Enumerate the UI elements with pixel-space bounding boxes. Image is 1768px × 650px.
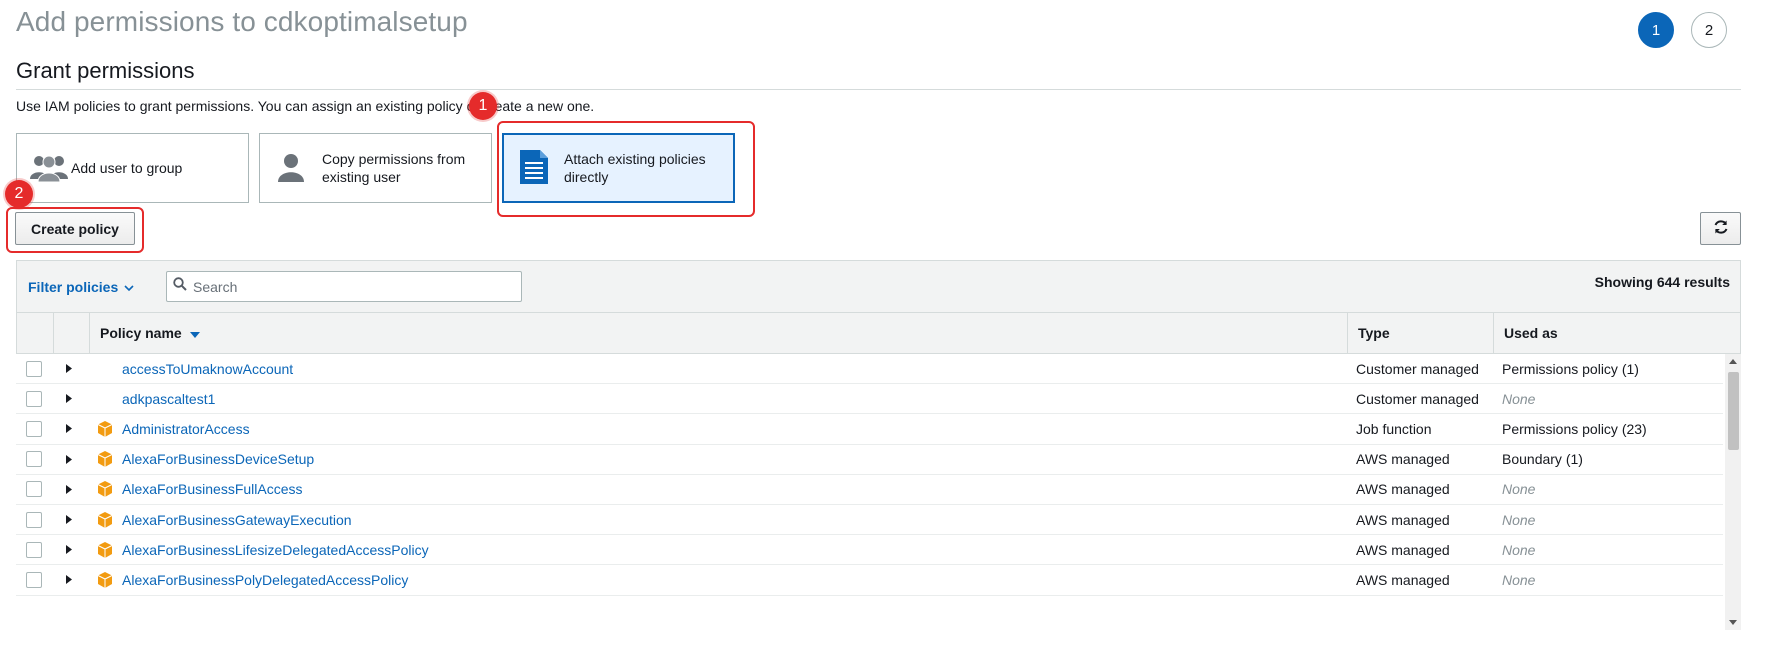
search-icon (173, 277, 187, 296)
policy-used-as: None (1502, 511, 1536, 528)
policy-name-link[interactable]: AlexaForBusinessPolyDelegatedAccessPolic… (122, 565, 408, 594)
highlight-attach-policies (497, 121, 755, 217)
expand-caret-icon[interactable] (66, 475, 72, 504)
policy-name-link[interactable]: adkpascaltest1 (122, 384, 215, 413)
header-type[interactable]: Type (1347, 313, 1493, 353)
aws-managed-icon (97, 505, 117, 534)
policy-name-link[interactable]: AlexaForBusinessGatewayExecution (122, 505, 352, 534)
header-policy-name[interactable]: Policy name (89, 313, 1347, 353)
table-row[interactable]: AlexaForBusinessGatewayExecution AWS mana… (16, 505, 1723, 536)
policy-name-link[interactable]: AlexaForBusinessFullAccess (122, 475, 303, 504)
policy-used-as: Permissions policy (1) (1502, 360, 1639, 377)
filter-policies-label: Filter policies (28, 279, 119, 295)
table-row[interactable]: AlexaForBusinessFullAccess AWS managed Non… (16, 475, 1723, 505)
row-checkbox[interactable] (26, 414, 42, 443)
scroll-thumb[interactable] (1728, 372, 1739, 450)
section-title: Grant permissions (16, 58, 195, 83)
policy-type: AWS managed (1356, 511, 1450, 528)
column-label: Policy name (100, 325, 182, 341)
policy-name-link[interactable]: accessToUmaknowAccount (122, 354, 293, 383)
policy-type: AWS managed (1356, 541, 1450, 558)
expand-caret-icon[interactable] (66, 535, 72, 564)
intro-text: Use IAM policies to grant permissions. Y… (16, 98, 595, 114)
user-icon (276, 152, 306, 185)
policy-type: AWS managed (1356, 571, 1450, 588)
policy-name-link[interactable]: AlexaForBusinessDeviceSetup (122, 445, 314, 474)
results-count: Showing 644 results (1594, 274, 1730, 290)
filter-policies-dropdown[interactable]: Filter policies (28, 279, 134, 295)
table-scrollbar[interactable] (1725, 354, 1741, 630)
policy-name-link[interactable]: AlexaForBusinessLifesizeDelegatedAccessP… (122, 535, 429, 564)
policy-type: Customer managed (1356, 390, 1479, 407)
annotation-badge-1: 1 (469, 92, 497, 120)
page-title: Add permissions to cdkoptimalsetup (16, 6, 468, 37)
row-checkbox[interactable] (26, 445, 42, 474)
header-expand-column (53, 313, 89, 353)
table-row[interactable]: AdministratorAccess Job function Permissio… (16, 414, 1723, 445)
table-row[interactable]: adkpascaltest1 Customer managed None (16, 384, 1723, 415)
option-add-user-to-group[interactable]: Add user to group (16, 133, 249, 203)
expand-caret-icon[interactable] (66, 354, 72, 383)
policy-used-as: None (1502, 571, 1536, 588)
table-row[interactable]: AlexaForBusinessLifesizeDelegatedAccessP… (16, 535, 1723, 566)
sort-desc-icon (189, 325, 200, 341)
row-checkbox[interactable] (26, 384, 42, 413)
header-select-column (17, 313, 53, 353)
row-checkbox[interactable] (26, 565, 42, 594)
policy-used-as: Boundary (1) (1502, 451, 1583, 468)
policy-used-as: None (1502, 541, 1536, 558)
step-1[interactable]: 1 (1638, 12, 1674, 48)
create-policy-button[interactable]: Create policy (15, 212, 135, 245)
header-used-as[interactable]: Used as (1493, 313, 1740, 353)
policy-used-as: None (1502, 390, 1536, 407)
option-copy-permissions[interactable]: Copy permissions from existing user (259, 133, 492, 203)
policy-type: AWS managed (1356, 451, 1450, 468)
annotation-badge-2: 2 (5, 180, 33, 208)
aws-managed-icon (97, 445, 117, 474)
policy-used-as: None (1502, 481, 1536, 498)
user-group-icon (29, 152, 69, 185)
chevron-down-icon (124, 279, 134, 295)
table-header: Policy name Type Used as (16, 312, 1741, 354)
table-row[interactable]: AlexaForBusinessPolyDelegatedAccessPolic… (16, 565, 1723, 596)
policy-used-as: Permissions policy (23) (1502, 420, 1647, 437)
step-2[interactable]: 2 (1691, 12, 1727, 48)
policy-name-link[interactable]: AdministratorAccess (122, 414, 250, 443)
expand-caret-icon[interactable] (66, 565, 72, 594)
row-checkbox[interactable] (26, 505, 42, 534)
expand-caret-icon[interactable] (66, 384, 72, 413)
policy-toolbar: Filter policies Showing 644 results (16, 260, 1741, 312)
option-label: Add user to group (71, 160, 183, 176)
table-row[interactable]: AlexaForBusinessDeviceSetup AWS managed Bo… (16, 445, 1723, 475)
wizard-steps: 1 2 (1638, 12, 1727, 48)
row-checkbox[interactable] (26, 354, 42, 383)
table-row[interactable]: accessToUmaknowAccount Customer managed Pe… (16, 354, 1723, 385)
refresh-button[interactable] (1700, 212, 1741, 245)
aws-managed-icon (97, 565, 117, 594)
search-input[interactable] (193, 278, 493, 295)
section-divider (16, 89, 1741, 90)
expand-caret-icon[interactable] (66, 505, 72, 534)
option-label: Copy permissions from existing user (322, 151, 466, 185)
search-box[interactable] (166, 271, 522, 302)
policy-type: AWS managed (1356, 481, 1450, 498)
policy-type: Customer managed (1356, 360, 1479, 377)
scroll-up-arrow-icon[interactable] (1729, 359, 1737, 364)
row-checkbox[interactable] (26, 475, 42, 504)
refresh-icon (1713, 219, 1729, 238)
row-checkbox[interactable] (26, 535, 42, 564)
expand-caret-icon[interactable] (66, 414, 72, 443)
aws-managed-icon (97, 535, 117, 564)
scroll-down-arrow-icon[interactable] (1729, 620, 1737, 625)
aws-managed-icon (97, 414, 117, 443)
expand-caret-icon[interactable] (66, 445, 72, 474)
policy-type: Job function (1356, 420, 1432, 437)
policy-table-body: accessToUmaknowAccount Customer managed Pe… (16, 354, 1741, 630)
aws-managed-icon (97, 475, 117, 504)
